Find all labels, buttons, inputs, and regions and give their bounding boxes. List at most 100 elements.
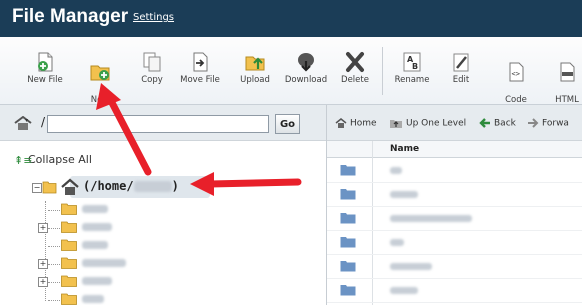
tree-branch-line [48,210,60,211]
new-file-label: New File [27,75,63,85]
expand-toggle[interactable]: + [38,223,48,233]
folder-icon [61,257,77,269]
navigation-bar: Home Up One Level Back Forwa [327,105,582,141]
up-one-level-button[interactable]: Up One Level [389,118,466,129]
redacted-folder-name [82,259,126,267]
upload-label: Upload [240,75,270,85]
home-icon: ▾ [14,116,32,130]
file-row[interactable] [327,254,582,279]
new-file-icon [38,52,53,72]
folder-icon [61,221,77,233]
home-nav-label: Home [350,118,377,129]
redacted-username [133,181,172,192]
tree-folder-row[interactable]: + [38,220,238,236]
forward-arrow-icon [528,118,539,128]
up-one-level-label: Up One Level [406,118,467,129]
home-icon [335,118,347,128]
folder-open-icon [42,181,57,194]
rename-button[interactable]: A B Rename [392,51,432,85]
rename-label: Rename [394,75,430,85]
tree-folder-row[interactable]: + [38,256,238,272]
edit-button[interactable]: Edit [446,51,476,85]
redacted-folder-name [82,223,112,231]
collapse-all-link[interactable]: ⇞≡ Collapse All [14,153,92,167]
download-label: Download [284,75,328,85]
file-row[interactable] [327,158,582,183]
tree-folder-row[interactable] [38,292,238,305]
app-title: File Manager [12,6,129,27]
collapse-all-label: Collapse All [28,153,92,166]
settings-link[interactable]: Settings [133,12,174,23]
go-button[interactable]: Go [275,114,300,134]
new-file-button[interactable]: New File [25,51,65,85]
forward-label: Forwa [542,118,569,129]
delete-button[interactable]: Delete [337,51,373,85]
redacted-folder-name [82,277,112,285]
root-label: (/home/) [83,179,179,193]
move-file-label: Move File [180,75,220,85]
redacted-file-name [390,215,472,222]
folder-icon [61,239,77,251]
path-bar: ▾ / Go [0,105,326,141]
back-button[interactable]: Back [479,118,516,129]
svg-text:<>: <> [512,70,520,78]
copy-label: Copy [141,75,163,85]
tree-folder-row[interactable] [38,202,238,218]
redacted-file-name [390,287,418,294]
edit-label: Edit [452,75,470,85]
delete-icon [346,52,364,72]
upload-icon [245,56,265,71]
folder-icon [61,203,77,215]
move-file-icon [193,52,208,72]
file-list-panel: Home Up One Level Back Forwa Name [327,105,582,305]
html-editor-icon [560,62,575,82]
root-label-suffix: ) [171,179,179,193]
redacted-folder-name [82,295,104,303]
svg-text:▾: ▾ [25,117,28,124]
move-file-button[interactable]: Move File [175,51,225,85]
toolbar-separator [382,47,383,95]
folder-icon [340,165,356,176]
tree-root-node[interactable]: − (/home/) [30,176,210,200]
toolbar: New File New Folder Copy Move Fi [0,37,582,115]
file-row[interactable] [327,182,582,207]
delete-label: Delete [341,75,369,85]
path-input[interactable] [47,115,269,133]
file-row[interactable] [327,206,582,231]
forward-button[interactable]: Forwa [527,118,569,129]
folder-icon [340,285,356,296]
home-nav-button[interactable]: Home [335,118,377,129]
folder-icon [340,261,356,272]
file-row[interactable] [327,230,582,255]
tree-branch-line [48,300,60,301]
download-icon [298,53,314,72]
home-folder-icon [61,178,79,195]
folder-icon [61,275,77,287]
rename-icon: A B [403,52,421,72]
file-row[interactable] [327,278,582,303]
folder-icon [61,293,77,305]
redacted-file-name [390,167,402,174]
back-arrow-icon [479,118,490,128]
download-button[interactable]: Download [282,51,330,85]
tree-folder-row[interactable]: + [38,274,238,290]
expand-toggle[interactable]: + [38,259,48,269]
expand-toggle[interactable]: + [38,277,48,287]
edit-icon [453,53,469,72]
directory-tree-panel: ▾ / Go ⇞≡ Collapse All − (/home/) + + + [0,105,327,305]
svg-text:B: B [412,62,418,71]
file-manager-window: File Manager Settings New File New Folde… [0,0,582,305]
code-editor-icon: <> [509,62,524,82]
root-label-prefix: (/home/ [83,179,134,193]
new-folder-icon [90,65,110,81]
collapse-all-icon: ⇞≡ [14,154,33,167]
tree-folder-row[interactable] [38,238,238,254]
folder-icon [340,189,356,200]
copy-button[interactable]: Copy [134,51,170,85]
redacted-folder-name [82,205,108,213]
file-list-header: Name [327,141,582,158]
root-collapse-toggle[interactable]: − [32,183,42,193]
upload-button[interactable]: Upload [235,51,275,85]
redacted-file-name [390,191,418,198]
name-column-header[interactable]: Name [390,144,419,154]
